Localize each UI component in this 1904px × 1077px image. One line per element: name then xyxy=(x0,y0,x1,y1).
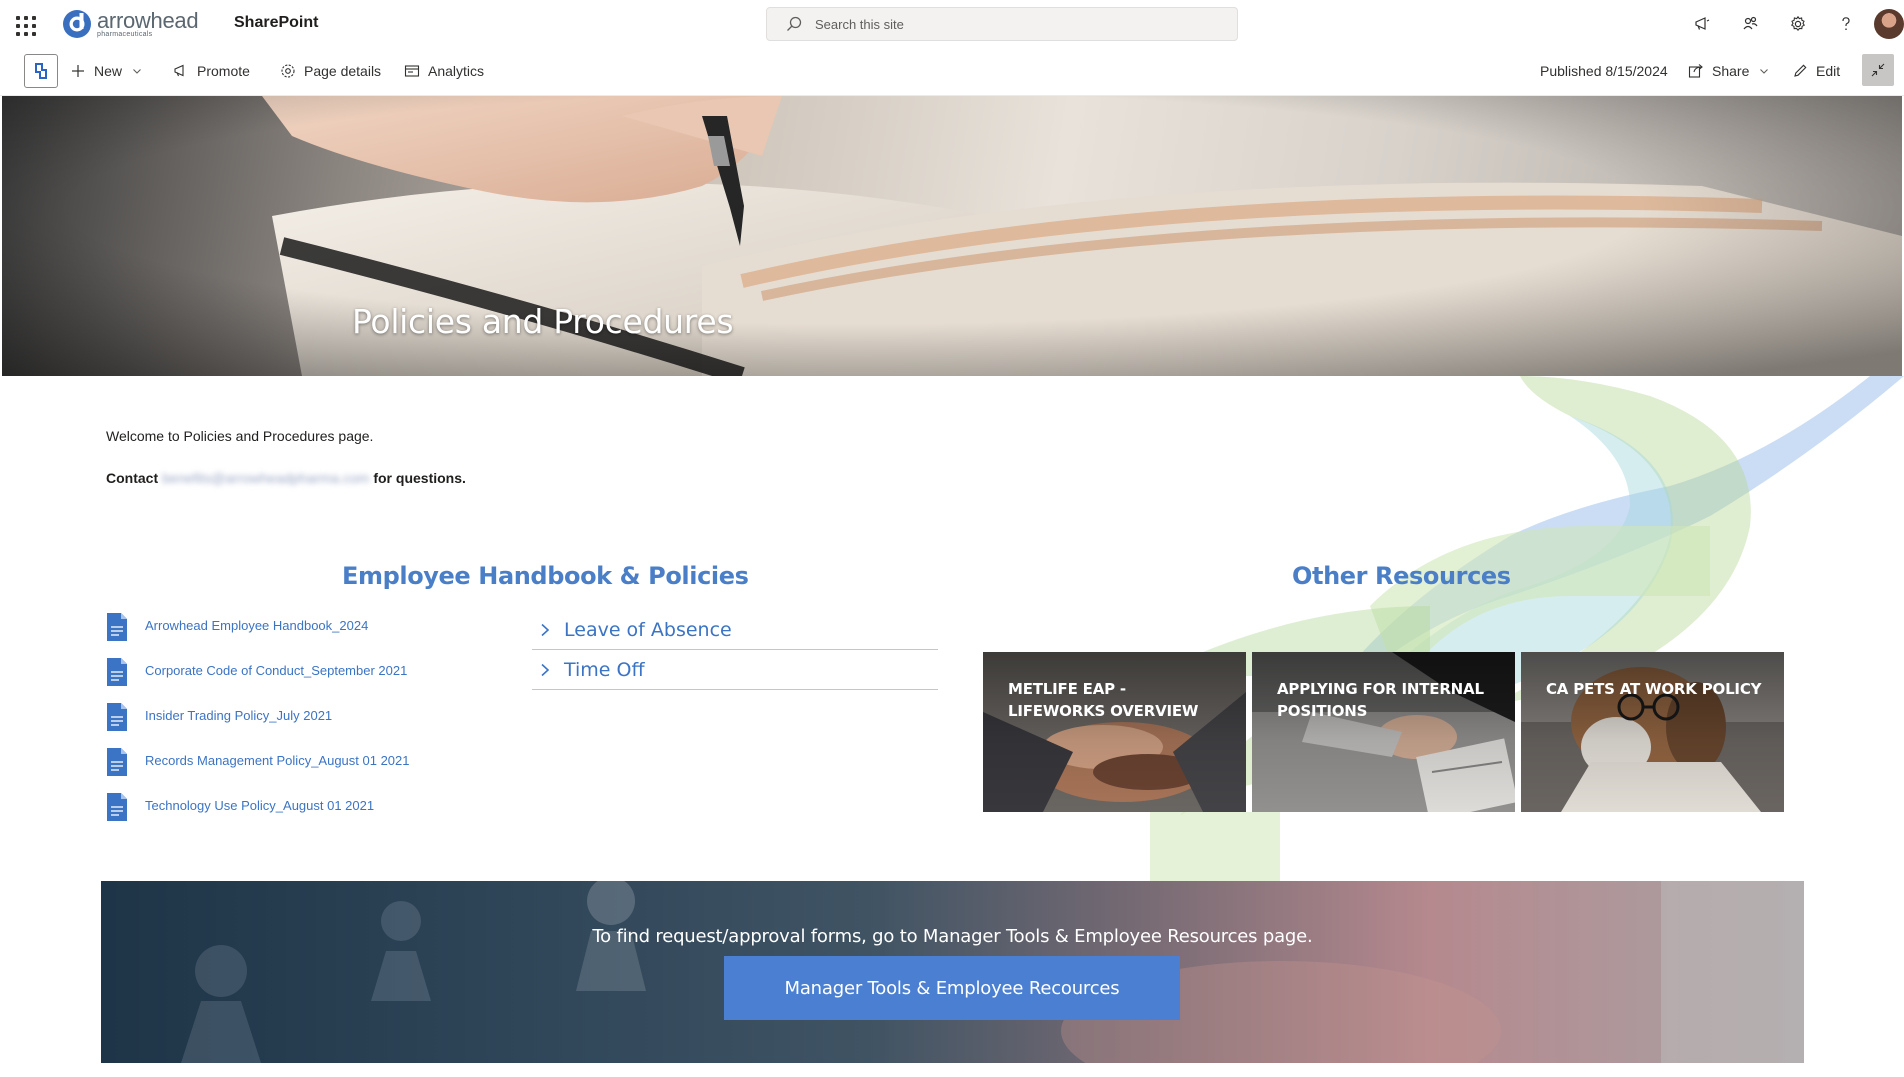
tile-label: CA PETS AT WORK POLICY xyxy=(1546,680,1762,698)
document-link[interactable]: Records Management Policy_August 01 2021 xyxy=(145,753,410,768)
banner-text: To find request/approval forms, go to Ma… xyxy=(592,926,1313,947)
document-link[interactable]: Technology Use Policy_August 01 2021 xyxy=(145,798,374,813)
document-icon xyxy=(107,703,127,731)
megaphone-icon[interactable] xyxy=(1678,0,1726,48)
analytics-button[interactable]: Analytics xyxy=(404,48,484,94)
policy-accordion: Leave of Absence Time Off xyxy=(532,610,938,690)
handbook-section-title: Employee Handbook & Policies xyxy=(342,562,749,590)
hero-banner: Policies and Procedures xyxy=(2,96,1902,376)
resource-tile-pets-at-work[interactable]: CA PETS AT WORK POLICY xyxy=(1521,652,1784,812)
waffle-icon[interactable] xyxy=(12,12,36,36)
chevron-down-icon xyxy=(1760,69,1769,74)
resources-section-title: Other Resources xyxy=(1292,562,1511,590)
promote-button[interactable]: Promote xyxy=(173,48,250,94)
contact-text: Contact benefits@arrowheadpharma.com for… xyxy=(106,470,466,486)
contact-email[interactable]: benefits@arrowheadpharma.com xyxy=(162,470,369,486)
chevron-right-icon xyxy=(541,663,550,676)
megaphone-icon xyxy=(174,64,184,77)
chevron-down-icon xyxy=(133,69,141,74)
document-icon xyxy=(107,658,127,686)
site-search[interactable] xyxy=(766,7,1238,41)
manager-tools-button[interactable]: Manager Tools & Employee Recources xyxy=(724,956,1180,1020)
people-icon[interactable] xyxy=(1726,0,1774,48)
call-to-action-banner: To find request/approval forms, go to Ma… xyxy=(101,881,1804,1063)
accordion-item-time-off[interactable]: Time Off xyxy=(532,650,938,690)
suite-actions xyxy=(1678,0,1904,48)
tile-label: APPLYING FOR INTERNAL POSITIONS xyxy=(1277,680,1484,720)
contact-prefix: Contact xyxy=(106,470,159,486)
gear-icon xyxy=(281,64,295,78)
published-date: Published 8/15/2024 xyxy=(1540,63,1668,79)
search-input[interactable] xyxy=(815,16,1195,32)
share-icon xyxy=(1688,64,1703,78)
list-item[interactable]: Insider Trading Policy_July 2021 xyxy=(106,702,332,740)
analytics-icon xyxy=(404,65,420,77)
plus-icon xyxy=(72,65,84,77)
document-icon xyxy=(107,793,127,821)
new-label: New xyxy=(94,63,123,79)
new-button[interactable]: New xyxy=(70,48,142,94)
welcome-text: Welcome to Policies and Procedures page. xyxy=(106,428,374,444)
site-logo-button[interactable] xyxy=(24,54,58,88)
collapse-icon xyxy=(1871,63,1885,77)
company-logo[interactable]: arrowhead pharmaceuticals xyxy=(62,8,199,39)
gear-icon[interactable] xyxy=(1774,0,1822,48)
list-item[interactable]: Corporate Code of Conduct_September 2021 xyxy=(106,657,407,695)
list-item[interactable]: Technology Use Policy_August 01 2021 xyxy=(106,792,374,830)
suite-bar: arrowhead pharmaceuticals SharePoint xyxy=(0,0,1904,48)
page-title: Policies and Procedures xyxy=(352,302,734,341)
edit-button[interactable]: Edit xyxy=(1792,48,1840,94)
page-details-label: Page details xyxy=(304,63,382,79)
accordion-label: Leave of Absence xyxy=(564,618,732,641)
promote-label: Promote xyxy=(197,63,250,79)
accordion-item-leave-of-absence[interactable]: Leave of Absence xyxy=(532,610,938,650)
command-bar: New Promote Page details Analytics Publi… xyxy=(0,48,1904,96)
pencil-icon xyxy=(1794,64,1807,77)
list-item[interactable]: Records Management Policy_August 01 2021 xyxy=(106,747,410,785)
brand-name: arrowhead xyxy=(97,8,199,33)
help-icon[interactable] xyxy=(1822,0,1870,48)
document-icon xyxy=(107,748,127,776)
resource-tile-metlife[interactable]: METLIFE EAP - LIFEWORKS OVERVIEW xyxy=(983,652,1246,812)
accordion-label: Time Off xyxy=(564,658,645,681)
site-logo-icon xyxy=(35,63,47,79)
analytics-label: Analytics xyxy=(428,63,485,79)
document-link[interactable]: Arrowhead Employee Handbook_2024 xyxy=(145,618,368,633)
document-link[interactable]: Insider Trading Policy_July 2021 xyxy=(145,708,332,723)
share-button[interactable]: Share xyxy=(1688,48,1769,94)
tile-label: METLIFE EAP - LIFEWORKS OVERVIEW xyxy=(1008,680,1199,720)
document-icon xyxy=(107,613,127,641)
share-label: Share xyxy=(1712,63,1750,79)
document-link[interactable]: Corporate Code of Conduct_September 2021 xyxy=(145,663,407,678)
page-details-button[interactable]: Page details xyxy=(280,48,381,94)
app-name[interactable]: SharePoint xyxy=(234,14,318,32)
avatar[interactable] xyxy=(1874,9,1904,39)
contact-suffix: for questions. xyxy=(373,470,466,486)
search-icon xyxy=(787,16,802,31)
edit-label: Edit xyxy=(1816,63,1841,79)
hero-background-image xyxy=(2,96,1902,376)
arrowhead-logo-icon xyxy=(63,10,91,38)
list-item[interactable]: Arrowhead Employee Handbook_2024 xyxy=(106,612,368,650)
collapse-header-button[interactable] xyxy=(1862,54,1894,86)
chevron-right-icon xyxy=(541,623,550,636)
resource-tile-internal-positions[interactable]: APPLYING FOR INTERNAL POSITIONS xyxy=(1252,652,1515,812)
